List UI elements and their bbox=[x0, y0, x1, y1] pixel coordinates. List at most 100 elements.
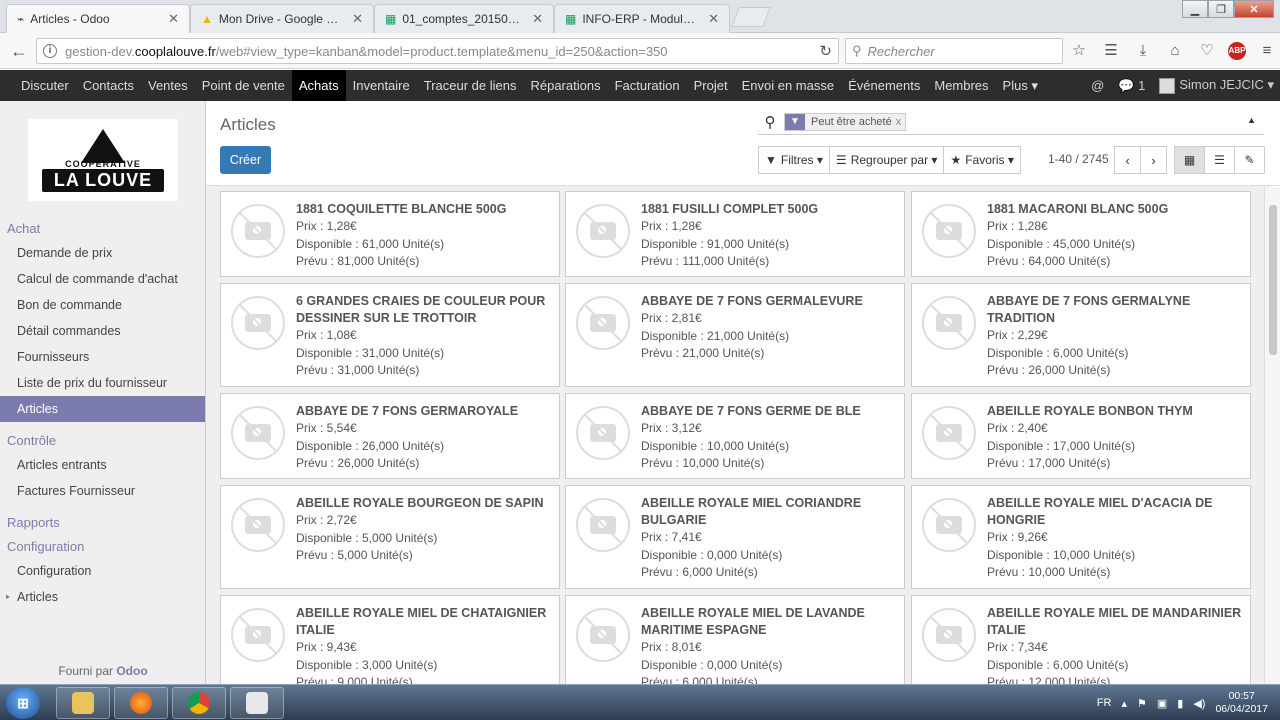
pager-previous-icon[interactable]: ‹ bbox=[1114, 146, 1141, 174]
list-view-icon[interactable]: ☰ bbox=[1204, 146, 1235, 174]
caret-up-icon[interactable]: ▲ bbox=[1247, 115, 1256, 125]
hamburger-menu-icon[interactable]: ≡ bbox=[1256, 41, 1278, 61]
close-icon[interactable]: ✕ bbox=[168, 11, 179, 27]
product-card[interactable]: ABBAYE DE 7 FONS GERMALYNE TRADITION Prix… bbox=[911, 283, 1251, 387]
kanban-view-icon[interactable]: ▦ bbox=[1174, 146, 1205, 174]
user-menu[interactable]: Simon JEJCIC ▾ bbox=[1159, 77, 1274, 94]
product-card[interactable]: ABEILLE ROYALE BONBON THYM Prix : 2,40€ Di… bbox=[911, 393, 1251, 479]
pager-value[interactable]: 1-40 / 2745 bbox=[1048, 152, 1109, 166]
sidebar-item[interactable]: ▸ Articles bbox=[0, 584, 205, 610]
topmenu-item[interactable]: Projet bbox=[687, 70, 735, 101]
tray-arrow-icon[interactable]: ▴ bbox=[1121, 697, 1127, 710]
odoo-link[interactable]: Odoo bbox=[116, 664, 147, 678]
product-card[interactable]: ABBAYE DE 7 FONS GERMALEVURE Prix : 2,81€… bbox=[565, 283, 905, 387]
product-card[interactable]: ABBAYE DE 7 FONS GERMAROYALE Prix : 5,54€… bbox=[220, 393, 560, 479]
product-card[interactable]: ABEILLE ROYALE MIEL DE LAVANDE MARITIME … bbox=[565, 595, 905, 684]
scrollbar-thumb[interactable] bbox=[1269, 205, 1277, 355]
tray-app-icon[interactable]: ▣ bbox=[1157, 697, 1167, 710]
topmenu-item[interactable]: Facturation bbox=[608, 70, 687, 101]
topmenu-item[interactable]: Point de vente bbox=[195, 70, 292, 101]
page-scrollbar[interactable] bbox=[1264, 187, 1280, 684]
product-card[interactable]: ABEILLE ROYALE MIEL D'ACACIA DE HONGRIE P… bbox=[911, 485, 1251, 589]
browser-tab-articles[interactable]: ⌁ Articles - Odoo ✕ bbox=[6, 4, 190, 33]
product-card[interactable]: ABEILLE ROYALE MIEL CORIANDRE BULGARIE Pr… bbox=[565, 485, 905, 589]
topmenu-item[interactable]: Événements bbox=[841, 70, 927, 101]
sidebar-item[interactable]: Articles entrants bbox=[0, 452, 205, 478]
browser-tab-sheet[interactable]: ▦ 01_comptes_20150223.x... ✕ bbox=[374, 4, 554, 33]
taskbar-firefox[interactable] bbox=[114, 687, 168, 719]
product-card[interactable]: 6 GRANDES CRAIES DE COULEUR POUR DESSINE… bbox=[220, 283, 560, 387]
minimize-icon[interactable]: ▁ bbox=[1182, 0, 1208, 18]
product-card[interactable]: ABEILLE ROYALE MIEL DE MANDARINIER ITALI… bbox=[911, 595, 1251, 684]
taskbar-explorer[interactable] bbox=[56, 687, 110, 719]
favorites-button[interactable]: ★ Favoris ▾ bbox=[943, 146, 1021, 174]
browser-search-input[interactable]: ⚲ Rechercher bbox=[845, 38, 1063, 64]
close-icon[interactable]: ✕ bbox=[708, 11, 719, 27]
search-facet[interactable]: ▼ Peut être acheté x bbox=[784, 112, 907, 131]
language-indicator[interactable]: FR bbox=[1097, 697, 1112, 709]
sidebar-item[interactable]: Fournisseurs bbox=[0, 344, 205, 370]
sidebar-item[interactable]: Détail commandes bbox=[0, 318, 205, 344]
flag-icon[interactable]: ⚑ bbox=[1137, 697, 1147, 710]
pocket-icon[interactable]: ♡ bbox=[1196, 41, 1218, 61]
sidebar-item[interactable]: Liste de prix du fournisseur bbox=[0, 370, 205, 396]
cooperative-logo[interactable]: COOPÉRATIVE LA LOUVE bbox=[28, 119, 178, 201]
browser-tab-info-erp[interactable]: ▦ INFO-ERP - Modules Lo... ✕ bbox=[554, 4, 730, 33]
new-tab-button[interactable] bbox=[731, 7, 771, 27]
close-icon[interactable]: ✕ bbox=[532, 11, 543, 27]
volume-icon[interactable]: ◀) bbox=[1193, 697, 1205, 710]
back-arrow-icon[interactable]: ← bbox=[8, 40, 30, 62]
product-available: Disponible : 17,000 Unité(s) bbox=[987, 438, 1136, 453]
at-icon[interactable]: @ bbox=[1091, 78, 1104, 93]
messages-indicator[interactable]: 💬 1 bbox=[1118, 78, 1145, 94]
start-button[interactable]: ⊞ bbox=[6, 687, 40, 719]
network-icon[interactable]: ▮ bbox=[1177, 697, 1183, 710]
powered-by: Fourni par Odoo bbox=[0, 664, 206, 678]
topmenu-item[interactable]: Discuter bbox=[14, 70, 76, 101]
sidebar-item[interactable]: Configuration bbox=[0, 558, 205, 584]
info-icon[interactable]: i bbox=[43, 44, 57, 58]
window-close-icon[interactable]: ✕ bbox=[1234, 0, 1274, 18]
maximize-icon[interactable]: ❐ bbox=[1208, 0, 1234, 18]
groupby-button[interactable]: ☰ Regrouper par ▾ bbox=[828, 146, 945, 174]
reload-icon[interactable]: ↻ bbox=[819, 42, 832, 60]
caret-right-icon[interactable]: ▸ bbox=[6, 592, 10, 601]
topmenu-item[interactable]: Réparations bbox=[523, 70, 607, 101]
topmenu-item[interactable]: Inventaire bbox=[346, 70, 417, 101]
bookmark-star-icon[interactable]: ☆ bbox=[1068, 41, 1090, 61]
product-card[interactable]: 1881 FUSILLI COMPLET 500G Prix : 1,28€ Dis… bbox=[565, 191, 905, 277]
product-card[interactable]: ABBAYE DE 7 FONS GERME DE BLE Prix : 3,12… bbox=[565, 393, 905, 479]
facet-remove-icon[interactable]: x bbox=[896, 116, 906, 128]
address-bar[interactable]: i gestion-dev. cooplalouve.fr/web#view_ty… bbox=[36, 38, 839, 64]
topmenu-item[interactable]: Achats bbox=[291, 70, 346, 101]
clock[interactable]: 00:57 06/04/2017 bbox=[1215, 690, 1268, 716]
topmenu-item[interactable]: Contacts bbox=[76, 70, 141, 101]
topmenu-item[interactable]: Envoi en masse bbox=[735, 70, 842, 101]
sidebar-item[interactable]: Factures Fournisseur bbox=[0, 478, 205, 504]
sidebar-item[interactable]: Calcul de commande d'achat bbox=[0, 266, 205, 292]
browser-tab-drive[interactable]: ▲ Mon Drive - Google Drive ✕ bbox=[190, 4, 374, 33]
product-card[interactable]: 1881 MACARONI BLANC 500G Prix : 1,28€ Disp… bbox=[911, 191, 1251, 277]
search-bar[interactable]: ⚲ ▼ Peut être acheté x ▲ bbox=[758, 109, 1264, 135]
topmenu-item[interactable]: Plus ▾ bbox=[996, 70, 1045, 101]
topmenu-item[interactable]: Traceur de liens bbox=[417, 70, 524, 101]
pager-next-icon[interactable]: › bbox=[1140, 146, 1167, 174]
taskbar-chrome[interactable] bbox=[172, 687, 226, 719]
product-card[interactable]: 1881 COQUILETTE BLANCHE 500G Prix : 1,28€… bbox=[220, 191, 560, 277]
form-view-icon[interactable]: ✎ bbox=[1234, 146, 1265, 174]
close-icon[interactable]: ✕ bbox=[352, 11, 363, 27]
topmenu-item[interactable]: Membres bbox=[927, 70, 995, 101]
download-icon[interactable]: ⤓ bbox=[1132, 41, 1154, 61]
sidebar-item[interactable]: Demande de prix bbox=[0, 240, 205, 266]
create-button[interactable]: Créer bbox=[220, 146, 271, 174]
adblock-icon[interactable]: ABP bbox=[1228, 42, 1246, 60]
sidebar-item[interactable]: Bon de commande bbox=[0, 292, 205, 318]
sidebar-item[interactable]: Articles bbox=[0, 396, 205, 422]
home-icon[interactable]: ⌂ bbox=[1164, 41, 1186, 61]
taskbar-app[interactable] bbox=[230, 687, 284, 719]
reading-list-icon[interactable]: ☰ bbox=[1100, 41, 1122, 61]
topmenu-item[interactable]: Ventes bbox=[141, 70, 195, 101]
product-card[interactable]: ABEILLE ROYALE BOURGEON DE SAPIN Prix : 2… bbox=[220, 485, 560, 589]
filters-button[interactable]: ▼ Filtres ▾ bbox=[758, 146, 830, 174]
product-card[interactable]: ABEILLE ROYALE MIEL DE CHATAIGNIER ITALI… bbox=[220, 595, 560, 684]
